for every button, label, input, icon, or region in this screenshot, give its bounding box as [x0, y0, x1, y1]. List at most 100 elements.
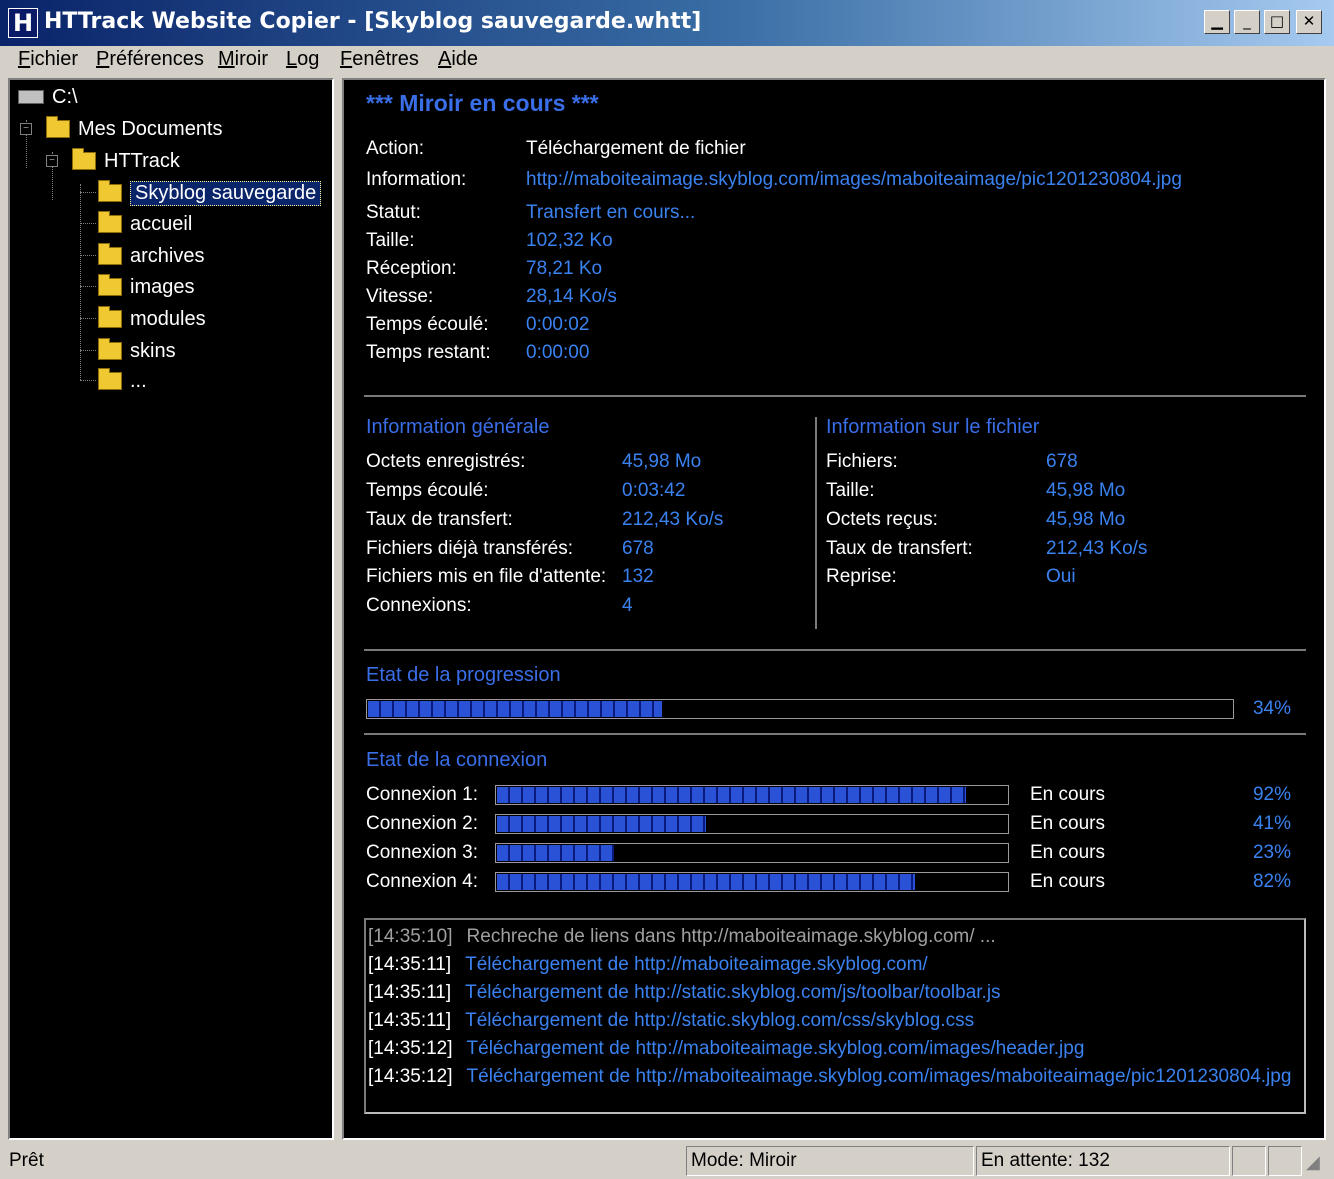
mdi-minimize-icon[interactable]: ▁: [1204, 10, 1230, 34]
tree-item-mes-documents[interactable]: Mes Documents: [46, 114, 223, 144]
minimize-button[interactable]: _: [1234, 10, 1260, 34]
statut-value: Transfert en cours...: [526, 202, 696, 223]
file-info-title: Information sur le fichier: [826, 416, 1040, 438]
tree-label: accueil: [130, 212, 193, 235]
temps-ecoule-label: Temps écoulé:: [366, 314, 489, 335]
information-value: http://maboiteaimage.skyblog.com/images/…: [526, 169, 1182, 190]
statut-label: Statut:: [366, 202, 421, 223]
file-info-value: 45,98 Mo: [1046, 480, 1126, 501]
folder-icon: [98, 274, 122, 296]
file-info-label: Octets reçus:: [826, 509, 938, 530]
file-info-label: Fichiers:: [826, 451, 898, 472]
tree-item-skins[interactable]: skins: [98, 336, 176, 366]
vitesse-label: Vitesse:: [366, 286, 434, 307]
tree-item-httrack[interactable]: HTTrack: [72, 146, 180, 176]
log-line: [14:35:10] Rechreche de liens dans http:/…: [368, 926, 996, 947]
file-info-label: Taux de transfert:: [826, 538, 973, 559]
log-line: [14:35:11] Téléchargement de http://stati…: [368, 1010, 975, 1031]
tree-label: ...: [130, 369, 147, 392]
tree-item-images[interactable]: images: [98, 272, 194, 302]
temps-ecoule-value: 0:00:02: [526, 314, 590, 335]
tree-item-accueil[interactable]: accueil: [98, 209, 192, 239]
drive-icon: [18, 90, 44, 104]
information-label: Information:: [366, 169, 467, 190]
connection-2-bar: [495, 814, 1009, 834]
connection-3-percent: 23%: [1252, 842, 1291, 863]
collapse-toggle-icon[interactable]: −: [20, 123, 32, 135]
menu-preferences[interactable]: Préférences: [96, 48, 204, 71]
tree-label: HTTrack: [104, 149, 180, 172]
connection-2-percent: 41%: [1252, 813, 1291, 834]
tree-connector: [80, 380, 96, 381]
resize-grip-icon[interactable]: ◢: [1306, 1152, 1320, 1173]
reception-value: 78,21 Ko: [526, 258, 603, 279]
temps-restant-label: Temps restant:: [366, 342, 491, 363]
menu-aide[interactable]: Aide: [438, 48, 478, 71]
tree-connector: [80, 255, 96, 256]
tree-label: skins: [130, 339, 176, 362]
status-pending: En attente: 132: [976, 1146, 1230, 1176]
mirror-heading: *** Miroir en cours ***: [366, 90, 599, 116]
connection-4-bar: [495, 872, 1009, 892]
menu-bar: Fichier Préférences Miroir Log Fenêtres …: [0, 46, 1334, 76]
connection-4-status: En cours: [1030, 871, 1105, 892]
tree-item-drive[interactable]: C:\: [18, 82, 78, 112]
reception-label: Réception:: [366, 258, 457, 279]
connection-1-bar: [495, 785, 1009, 805]
collapse-toggle-icon[interactable]: −: [46, 155, 58, 167]
general-label: Connexions:: [366, 595, 472, 616]
tree-connector: [80, 223, 96, 224]
mirror-status-panel: *** Miroir en cours *** Action: Téléchar…: [342, 78, 1326, 1140]
menu-miroir[interactable]: Miroir: [218, 48, 268, 71]
title-bar: H HTTrack Website Copier - [Skyblog sauv…: [0, 0, 1334, 46]
tree-label: modules: [130, 307, 206, 330]
divider: [364, 395, 1306, 397]
menu-fenetres[interactable]: Fenêtres: [340, 48, 419, 71]
connection-3-label: Connexion 3:: [366, 842, 478, 863]
status-indicator: [1268, 1146, 1302, 1176]
temps-restant-value: 0:00:00: [526, 342, 590, 363]
file-info-value: Oui: [1046, 566, 1076, 587]
folder-tree[interactable]: − − C:\ Mes Documents HTTrack Skyblog sa…: [8, 78, 334, 1140]
menu-fichier[interactable]: Fichier: [18, 48, 78, 71]
status-ready: Prêt: [9, 1150, 44, 1171]
general-label: Taux de transfert:: [366, 509, 513, 530]
general-label: Temps écoulé:: [366, 480, 489, 501]
menu-log[interactable]: Log: [286, 48, 319, 71]
window-title: HTTrack Website Copier - [Skyblog sauveg…: [44, 9, 702, 34]
tree-item-archives[interactable]: archives: [98, 241, 204, 271]
vitesse-value: 28,14 Ko/s: [526, 286, 617, 307]
tree-label: Mes Documents: [78, 117, 223, 140]
tree-connector: [80, 286, 96, 287]
general-value: 678: [622, 538, 654, 559]
tree-connector: [80, 318, 96, 319]
connection-1-label: Connexion 1:: [366, 784, 478, 805]
log-line: [14:35:12] Téléchargement de http://maboi…: [368, 1038, 1085, 1059]
log-panel[interactable]: [14:35:10] Rechreche de liens dans http:/…: [364, 918, 1306, 1114]
action-label: Action:: [366, 138, 425, 159]
httrack-app-icon[interactable]: H: [8, 8, 38, 38]
close-button[interactable]: ✕: [1296, 10, 1322, 34]
general-value: 45,98 Mo: [622, 451, 702, 472]
maximize-button[interactable]: □: [1264, 10, 1290, 34]
general-label: Fichiers mis en file d'attente:: [366, 566, 607, 587]
file-info-value: 678: [1046, 451, 1078, 472]
tree-item-skyblog-sauvegarde[interactable]: Skyblog sauvegarde: [98, 178, 322, 208]
divider: [364, 649, 1306, 651]
tree-connector: [80, 192, 96, 193]
tree-label: images: [130, 275, 195, 298]
connection-fill: [497, 816, 707, 832]
file-info-value: 212,43 Ko/s: [1046, 538, 1148, 559]
taille-label: Taille:: [366, 230, 415, 251]
general-label: Octets enregistrés:: [366, 451, 526, 472]
connection-2-label: Connexion 2:: [366, 813, 478, 834]
progress-title: Etat de la progression: [366, 664, 561, 686]
tree-item-modules[interactable]: modules: [98, 304, 206, 334]
connection-3-status: En cours: [1030, 842, 1105, 863]
progress-fill: [368, 701, 662, 717]
connection-fill: [497, 874, 916, 890]
tree-item-more[interactable]: ...: [98, 366, 147, 396]
general-label: Fichiers diéjà transférés:: [366, 538, 573, 559]
action-value: Téléchargement de fichier: [526, 138, 746, 159]
taille-value: 102,32 Ko: [526, 230, 613, 251]
